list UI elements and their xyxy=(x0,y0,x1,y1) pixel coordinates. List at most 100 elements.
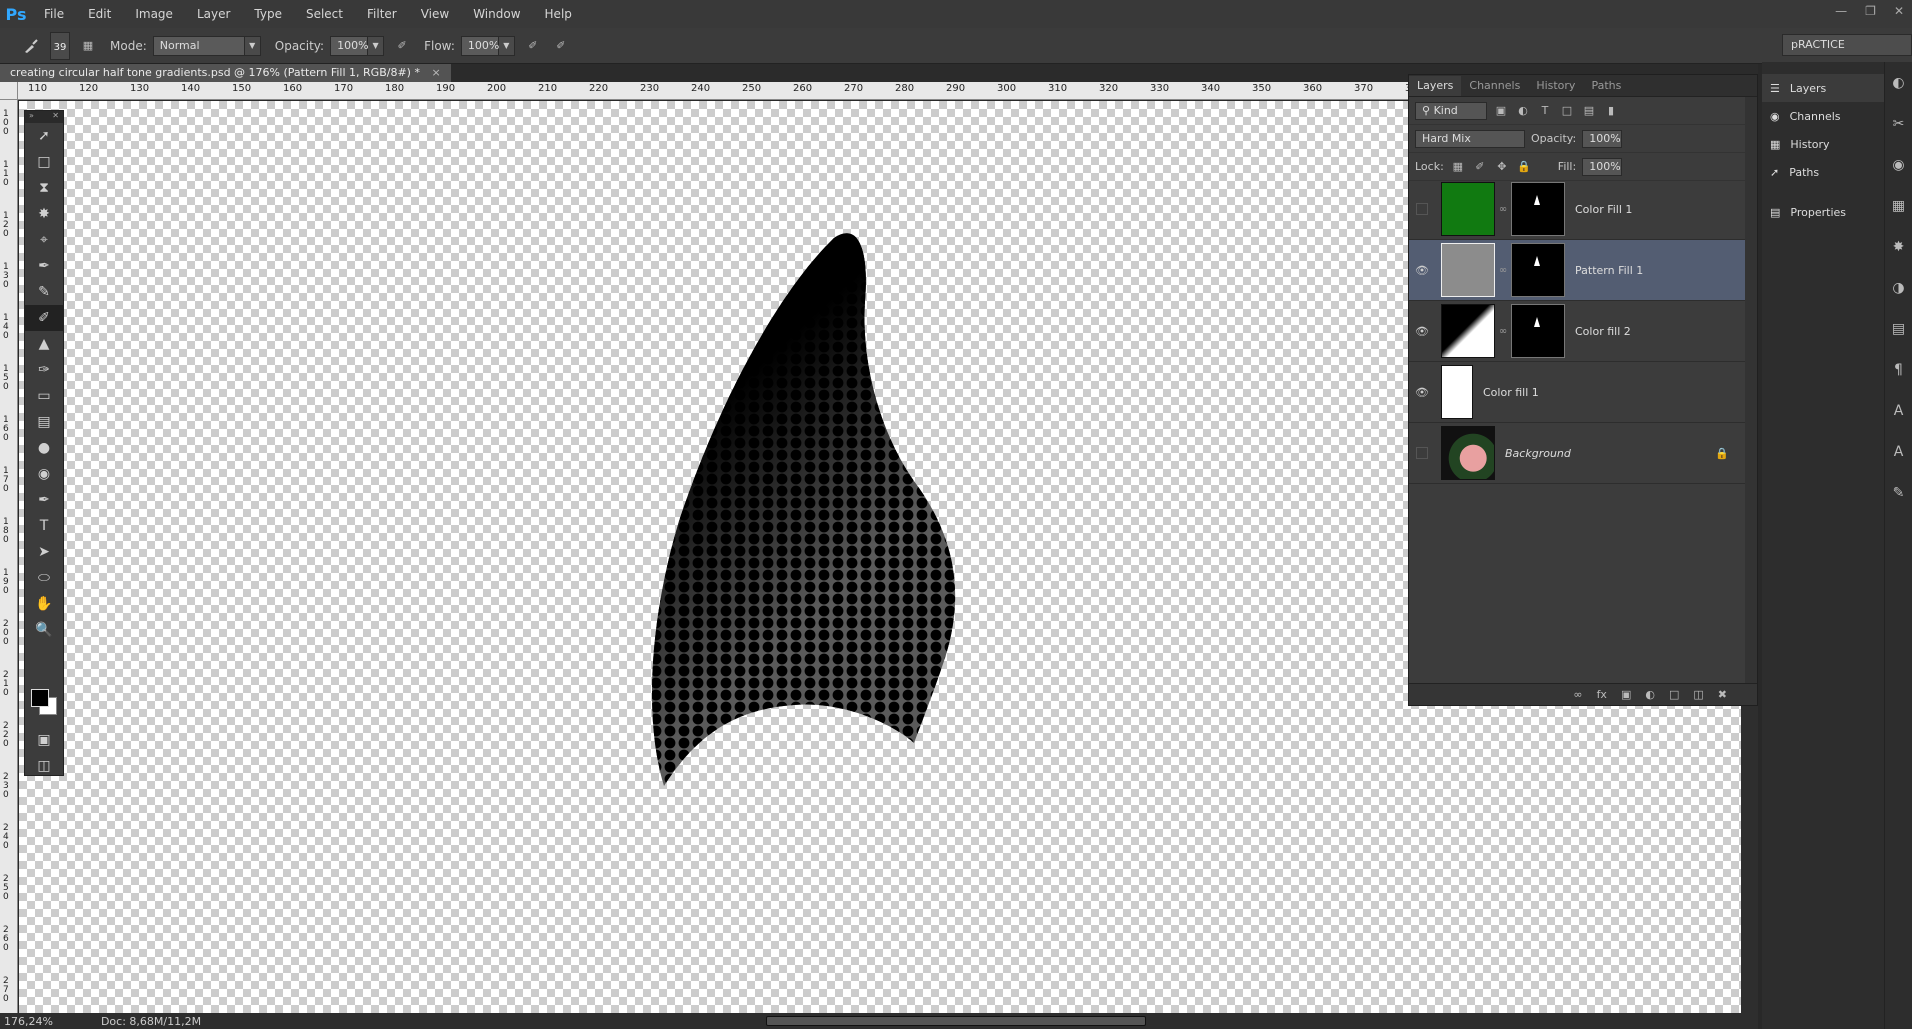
link-icon[interactable]: ∞ xyxy=(1498,326,1508,337)
ruler-vertical[interactable]: 100 110 120 130 140 150 160 170 180 190 200 210 220 2… xyxy=(0,100,18,1015)
glyphs-panel-icon[interactable]: A xyxy=(1885,431,1912,472)
close-icon[interactable]: ✕ xyxy=(1894,4,1904,18)
color-panel-icon[interactable]: ◐ xyxy=(1885,62,1912,103)
blur-tool-icon[interactable]: ● xyxy=(25,435,63,461)
brush-presets-panel-icon[interactable]: ▤ xyxy=(1885,308,1912,349)
pen-tool-icon[interactable]: ✒ xyxy=(25,487,63,513)
dock-item-layers[interactable]: ☰ Layers xyxy=(1762,74,1884,102)
lock-transparent-icon[interactable]: ▦ xyxy=(1450,159,1466,175)
opacity-dropdown-icon[interactable]: ▼ xyxy=(368,35,385,56)
brush-tool-preset-icon[interactable] xyxy=(20,35,42,57)
eraser-tool-icon[interactable]: ▭ xyxy=(25,383,63,409)
menu-file[interactable]: File xyxy=(32,0,76,28)
layer-mask-thumbnail[interactable] xyxy=(1511,243,1565,297)
menu-help[interactable]: Help xyxy=(533,0,584,28)
lock-all-icon[interactable]: 🔒 xyxy=(1516,159,1532,175)
visibility-toggle[interactable] xyxy=(1416,447,1428,459)
filter-pixel-icon[interactable]: ▣ xyxy=(1493,103,1509,119)
workspace-select[interactable]: pRACTICE xyxy=(1782,34,1912,56)
gradient-tool-icon[interactable]: ▤ xyxy=(25,409,63,435)
menu-filter[interactable]: Filter xyxy=(355,0,409,28)
link-icon[interactable]: ∞ xyxy=(1498,204,1508,215)
adjustment-icon[interactable]: ◐ xyxy=(1645,688,1655,701)
styles-panel-icon[interactable]: ◑ xyxy=(1885,267,1912,308)
flow-dropdown-icon[interactable]: ▼ xyxy=(498,35,515,56)
airbrush-icon[interactable]: ✐ xyxy=(525,38,541,54)
pressure-size-icon[interactable]: ✐ xyxy=(553,38,569,54)
eye-icon[interactable]: 👁 xyxy=(1409,264,1435,277)
lock-position-icon[interactable]: ✥ xyxy=(1494,159,1510,175)
dock-item-paths[interactable]: ➚ Paths xyxy=(1762,158,1884,186)
fx-icon[interactable]: fx xyxy=(1597,688,1607,701)
tab-paths[interactable]: Paths xyxy=(1583,76,1629,96)
marquee-tool-icon[interactable]: □ xyxy=(25,149,63,175)
menu-edit[interactable]: Edit xyxy=(76,0,123,28)
eye-icon[interactable]: 👁 xyxy=(1409,325,1435,338)
filter-shape-icon[interactable]: □ xyxy=(1559,103,1575,119)
link-icon[interactable]: ∞ xyxy=(1498,265,1508,276)
menu-type[interactable]: Type xyxy=(242,0,294,28)
trash-icon[interactable]: ✖ xyxy=(1718,688,1727,701)
menu-layer[interactable]: Layer xyxy=(185,0,242,28)
brush-size-picker[interactable]: 39 xyxy=(50,31,70,60)
type-tool-icon[interactable]: T xyxy=(25,513,63,539)
paragraph-panel-icon[interactable]: ¶ xyxy=(1885,349,1912,390)
quick-mask-icon[interactable]: ▣ xyxy=(25,727,63,753)
ruler-corner[interactable] xyxy=(0,82,18,100)
character-panel-icon[interactable]: A xyxy=(1885,390,1912,431)
zoom-tool-icon[interactable]: 🔍 xyxy=(25,617,63,643)
tab-history[interactable]: History xyxy=(1528,76,1583,96)
brush-tool-icon[interactable]: ✐ xyxy=(25,305,63,331)
hand-tool-icon[interactable]: ✋ xyxy=(25,591,63,617)
opacity-input[interactable]: 100% xyxy=(330,35,369,56)
layer-mask-thumbnail[interactable] xyxy=(1511,182,1565,236)
tab-layers[interactable]: Layers xyxy=(1409,76,1462,96)
fill-input[interactable]: 100% xyxy=(1582,157,1623,176)
screen-mode-icon[interactable]: ◫ xyxy=(25,753,63,779)
foreground-color-swatch[interactable] xyxy=(31,689,49,707)
blend-mode-select[interactable]: Hard Mix xyxy=(1415,129,1525,148)
filter-adjustment-icon[interactable]: ◐ xyxy=(1515,103,1531,119)
brush-panel-icon[interactable]: ▦ xyxy=(80,38,96,54)
mode-dropdown-icon[interactable]: ▼ xyxy=(244,35,261,56)
layer-opacity-input[interactable]: 100% xyxy=(1582,129,1623,148)
tools-panel-icon[interactable]: ✂ xyxy=(1885,103,1912,144)
move-tool-icon[interactable]: ➚ xyxy=(25,123,63,149)
swatches-panel-icon[interactable]: ▦ xyxy=(1885,185,1912,226)
notes-panel-icon[interactable]: ✎ xyxy=(1885,472,1912,513)
minimize-icon[interactable]: — xyxy=(1835,4,1847,18)
filter-toggle-icon[interactable]: ▮ xyxy=(1603,103,1619,119)
folder-icon[interactable]: □ xyxy=(1669,688,1679,701)
link-icon[interactable]: ∞ xyxy=(1573,688,1582,701)
quick-select-tool-icon[interactable]: ✸ xyxy=(25,201,63,227)
menu-image[interactable]: Image xyxy=(123,0,185,28)
path-select-tool-icon[interactable]: ➤ xyxy=(25,539,63,565)
menu-select[interactable]: Select xyxy=(294,0,355,28)
dock-item-history[interactable]: ▦ History xyxy=(1762,130,1884,158)
stamp-tool-icon[interactable]: ▲ xyxy=(25,331,63,357)
dock-item-channels[interactable]: ◉ Channels xyxy=(1762,102,1884,130)
tools-panel-header[interactable]: » ✕ xyxy=(25,111,63,123)
layer-mask-thumbnail[interactable] xyxy=(1511,304,1565,358)
layer-row[interactable]: 👁 Color fill 1 xyxy=(1409,362,1745,423)
layer-row[interactable]: Background 🔒 xyxy=(1409,423,1745,484)
layers-scrollbar[interactable] xyxy=(1745,97,1757,683)
eyedropper-tool-icon[interactable]: ✒ xyxy=(25,253,63,279)
mode-select[interactable]: Normal xyxy=(152,35,245,56)
layer-row[interactable]: ∞ Color Fill 1 xyxy=(1409,179,1745,240)
close-tab-icon[interactable]: × xyxy=(431,66,440,79)
zoom-level[interactable]: 176,24% xyxy=(4,1015,53,1028)
filter-smart-icon[interactable]: ▤ xyxy=(1581,103,1597,119)
horizontal-scrollbar-thumb[interactable] xyxy=(766,1016,1146,1026)
healing-tool-icon[interactable]: ✎ xyxy=(25,279,63,305)
eye-icon[interactable]: 👁 xyxy=(1409,386,1435,399)
history-brush-tool-icon[interactable]: ✑ xyxy=(25,357,63,383)
dock-item-properties[interactable]: ▤ Properties xyxy=(1762,198,1884,226)
layer-row[interactable]: 👁 ∞ Pattern Fill 1 xyxy=(1409,240,1745,301)
lock-image-icon[interactable]: ✐ xyxy=(1472,159,1488,175)
dodge-tool-icon[interactable]: ◉ xyxy=(25,461,63,487)
flow-input[interactable]: 100% xyxy=(460,35,499,56)
new-layer-icon[interactable]: ◫ xyxy=(1693,688,1703,701)
pressure-opacity-icon[interactable]: ✐ xyxy=(394,38,410,54)
lasso-tool-icon[interactable]: ⧗ xyxy=(25,175,63,201)
